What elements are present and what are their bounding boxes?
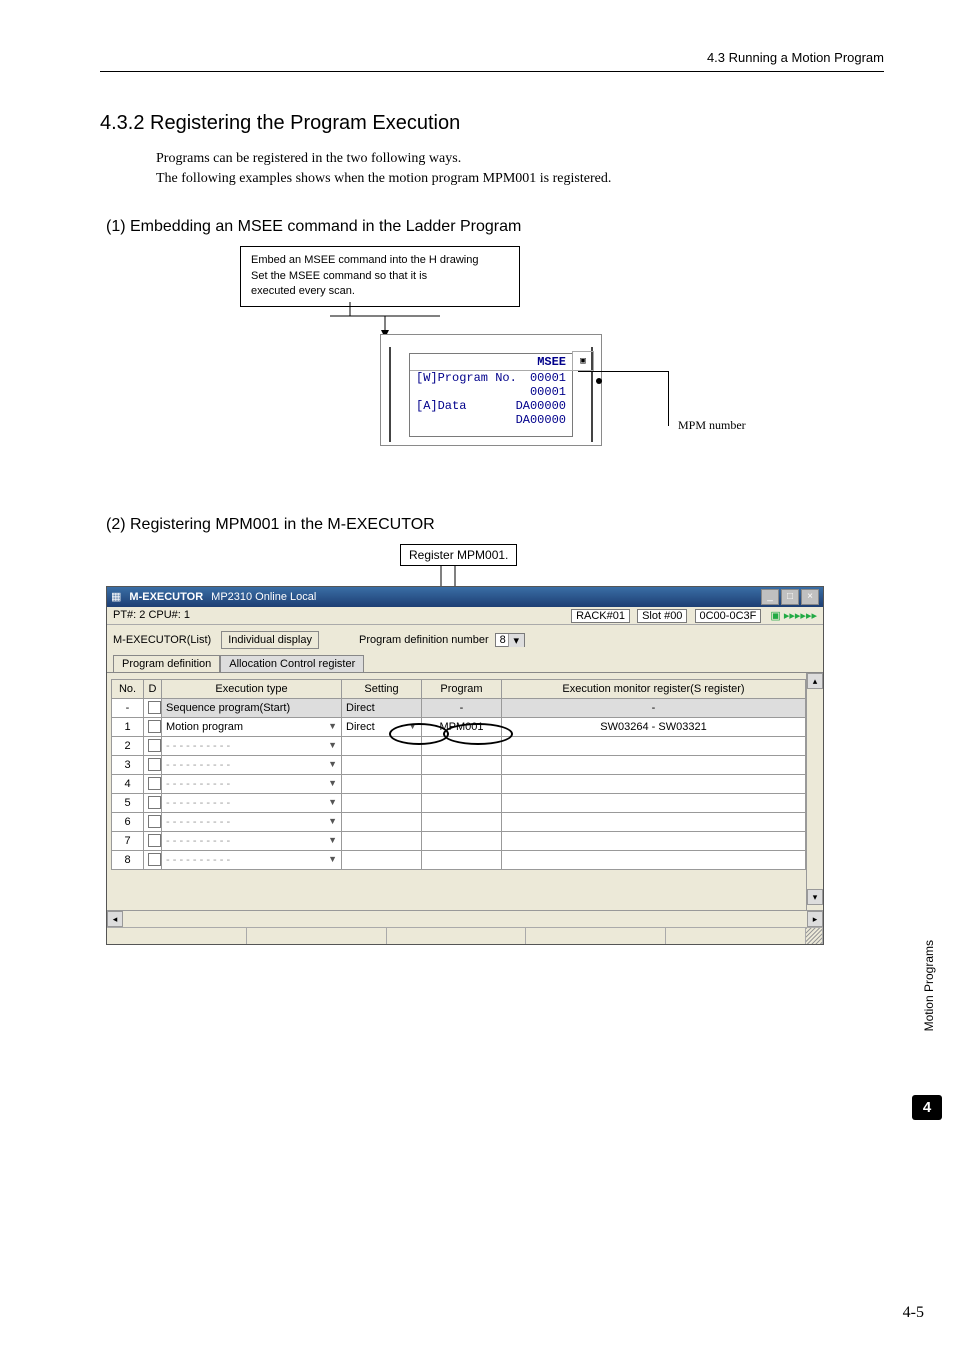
note-line: Embed an MSEE command into the H drawing: [251, 253, 509, 269]
chevron-down-icon[interactable]: ▾: [508, 634, 524, 647]
section-title: 4.3.2 Registering the Program Execution: [100, 112, 884, 135]
checkbox[interactable]: [148, 720, 161, 733]
side-tab: Motion Programs: [922, 940, 936, 1031]
ladder-val: 00001: [530, 371, 566, 385]
slot-field: Slot #00: [637, 609, 687, 623]
individual-display-button[interactable]: Individual display: [221, 631, 319, 649]
msee-title: MSEE: [537, 355, 566, 369]
window-controls[interactable]: _□×: [759, 589, 819, 605]
window-subtitle: MP2310 Online Local: [211, 591, 316, 603]
checkbox[interactable]: [148, 815, 161, 828]
table-row[interactable]: 6- - - - - - - - - -▼: [112, 812, 806, 831]
titlebar[interactable]: ▦ M-EXECUTOR MP2310 Online Local _□×: [107, 587, 823, 607]
chapter-marker: 4: [912, 1095, 942, 1120]
ladder-diagram: MSEE ▣ [W]Program No. 00001 00001 [A]Data…: [380, 334, 602, 446]
divider: [100, 71, 884, 72]
annotation-oval: [389, 723, 449, 745]
pdnum-select[interactable]: 8 ▾: [495, 633, 525, 647]
note-line: executed every scan.: [251, 284, 509, 300]
ladder-label: [W]Program No.: [416, 371, 517, 385]
monitor-cell: SW03264 - SW03321: [502, 717, 806, 736]
chevron-down-icon[interactable]: ▼: [328, 721, 337, 731]
intro-line: Programs can be registered in the two fo…: [156, 149, 884, 169]
note-box: Embed an MSEE command into the H drawing…: [240, 246, 520, 308]
window-icon: ▦: [111, 590, 121, 603]
status-strip: [107, 927, 823, 944]
annotation-oval: [443, 723, 513, 745]
scrollbar-vertical[interactable]: ▴ ▾: [806, 673, 823, 910]
tab-allocation-register[interactable]: Allocation Control register: [220, 655, 364, 672]
table-row[interactable]: 8- - - - - - - - - -▼: [112, 850, 806, 869]
col-program: Program: [422, 679, 502, 698]
intro-line: The following examples shows when the mo…: [156, 169, 884, 189]
setting-cell[interactable]: Direct: [346, 721, 375, 733]
block-icon: ▣: [572, 351, 594, 371]
breadcrumb: 4.3 Running a Motion Program: [100, 50, 884, 65]
checkbox[interactable]: [148, 796, 161, 809]
minimize-icon[interactable]: _: [761, 589, 779, 605]
figure-msee: Embed an MSEE command into the H drawing…: [240, 246, 760, 476]
scrollbar-horizontal[interactable]: ◂▸: [107, 910, 823, 927]
col-monitor: Execution monitor register(S register): [502, 679, 806, 698]
callout-box: Register MPM001.: [400, 544, 517, 566]
mpm-number-label: MPM number: [678, 418, 746, 433]
pdnum-value: 8: [500, 634, 506, 646]
table-row[interactable]: - Sequence program(Start) Direct - -: [112, 698, 806, 717]
checkbox[interactable]: [148, 701, 161, 714]
table-row[interactable]: 4- - - - - - - - - -▼: [112, 774, 806, 793]
col-exec: Execution type: [162, 679, 342, 698]
checkbox[interactable]: [148, 853, 161, 866]
status-leds: ▣ ▸▸▸▸▸▸: [770, 610, 817, 622]
checkbox[interactable]: [148, 777, 161, 790]
table-row[interactable]: 7- - - - - - - - - -▼: [112, 831, 806, 850]
note-line: Set the MSEE command so that it is: [251, 269, 509, 285]
mexec-window: ▦ M-EXECUTOR MP2310 Online Local _□× PT#…: [106, 586, 824, 945]
rack-field: RACK#01: [571, 609, 630, 623]
window-title: M-EXECUTOR: [129, 591, 203, 603]
table-row[interactable]: 3- - - - - - - - - -▼: [112, 755, 806, 774]
exec-cell[interactable]: Motion program: [166, 721, 243, 733]
table-row[interactable]: 5- - - - - - - - - -▼: [112, 793, 806, 812]
close-icon[interactable]: ×: [801, 589, 819, 605]
subsection-title: (2) Registering MPM001 in the M-EXECUTOR: [106, 516, 884, 534]
tab-program-definition[interactable]: Program definition: [113, 655, 220, 672]
col-d: D: [144, 679, 162, 698]
ladder-label: [A]Data: [416, 399, 466, 413]
maximize-icon[interactable]: □: [781, 589, 799, 605]
checkbox[interactable]: [148, 758, 161, 771]
definition-table: No. D Execution type Setting Program Exe…: [111, 679, 806, 870]
subsection-title: (1) Embedding an MSEE command in the Lad…: [106, 218, 884, 236]
pdnum-label: Program definition number: [359, 634, 489, 646]
checkbox[interactable]: [148, 834, 161, 847]
list-label: M-EXECUTOR(List): [113, 634, 211, 646]
ladder-val: 00001: [530, 385, 566, 399]
pt-cpu-label: PT#: 2 CPU#: 1: [113, 609, 190, 622]
ladder-val: DA00000: [516, 399, 566, 413]
col-setting: Setting: [342, 679, 422, 698]
col-no: No.: [112, 679, 144, 698]
addr-field: 0C00-0C3F: [695, 609, 762, 623]
ladder-val: DA00000: [516, 413, 566, 427]
page-number: 4-5: [903, 1304, 924, 1322]
checkbox[interactable]: [148, 739, 161, 752]
